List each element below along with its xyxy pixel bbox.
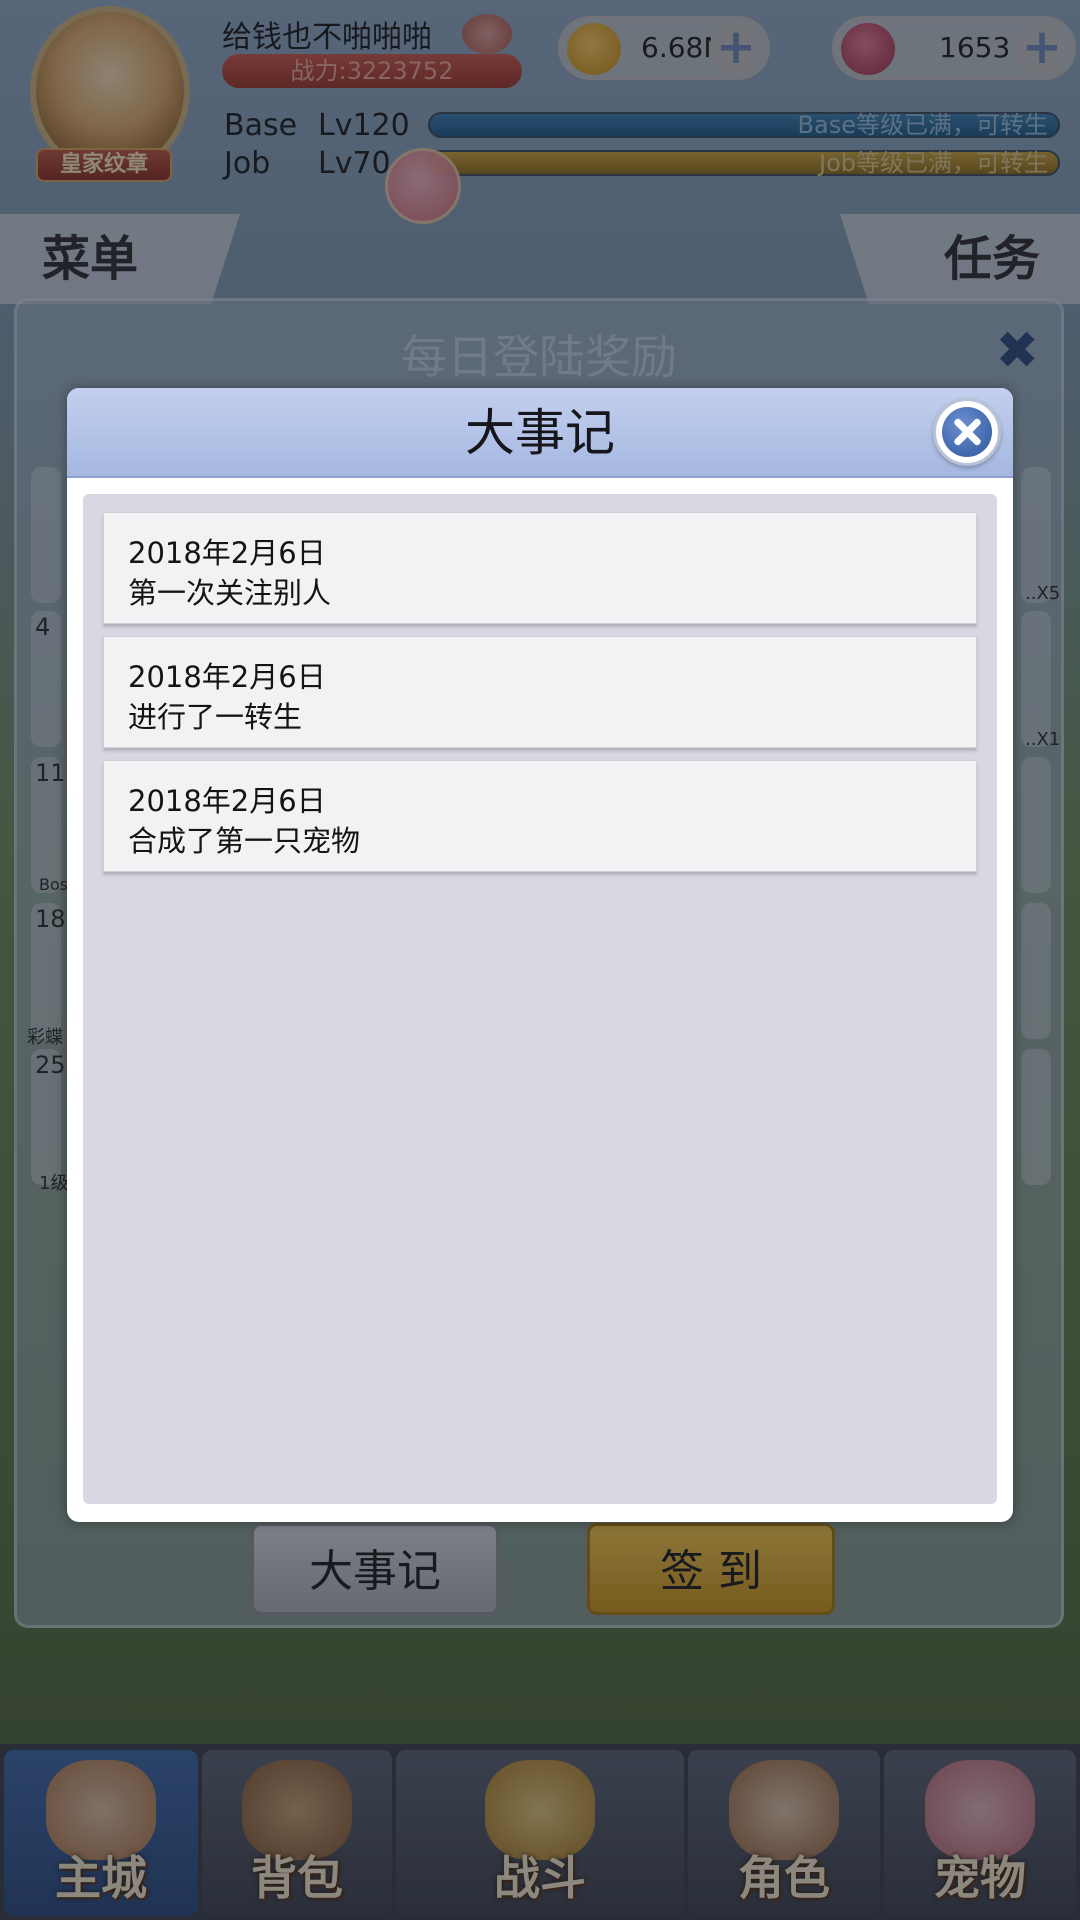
event-date: 2018年2月6日 (128, 660, 326, 694)
event-list-container[interactable]: 2018年2月6日 第一次关注别人 2018年2月6日 进行了一转生 2018年… (83, 494, 997, 1504)
modal-title: 大事记 (465, 404, 615, 462)
event-date: 2018年2月6日 (128, 536, 326, 570)
event-text: 进行了一转生 (128, 700, 303, 734)
close-icon (942, 407, 992, 457)
history-modal: 大事记 2018年2月6日 第一次关注别人 2018年2月6日 进行了一转生 2… (67, 388, 1013, 1522)
event-item: 2018年2月6日 合成了第一只宠物 (103, 760, 977, 872)
event-item: 2018年2月6日 第一次关注别人 (103, 512, 977, 624)
event-text: 合成了第一只宠物 (128, 824, 361, 858)
event-item: 2018年2月6日 进行了一转生 (103, 636, 977, 748)
event-list: 2018年2月6日 第一次关注别人 2018年2月6日 进行了一转生 2018年… (103, 512, 977, 884)
event-date: 2018年2月6日 (128, 784, 326, 818)
event-text: 第一次关注别人 (128, 576, 332, 610)
modal-close-button[interactable] (933, 398, 1001, 466)
